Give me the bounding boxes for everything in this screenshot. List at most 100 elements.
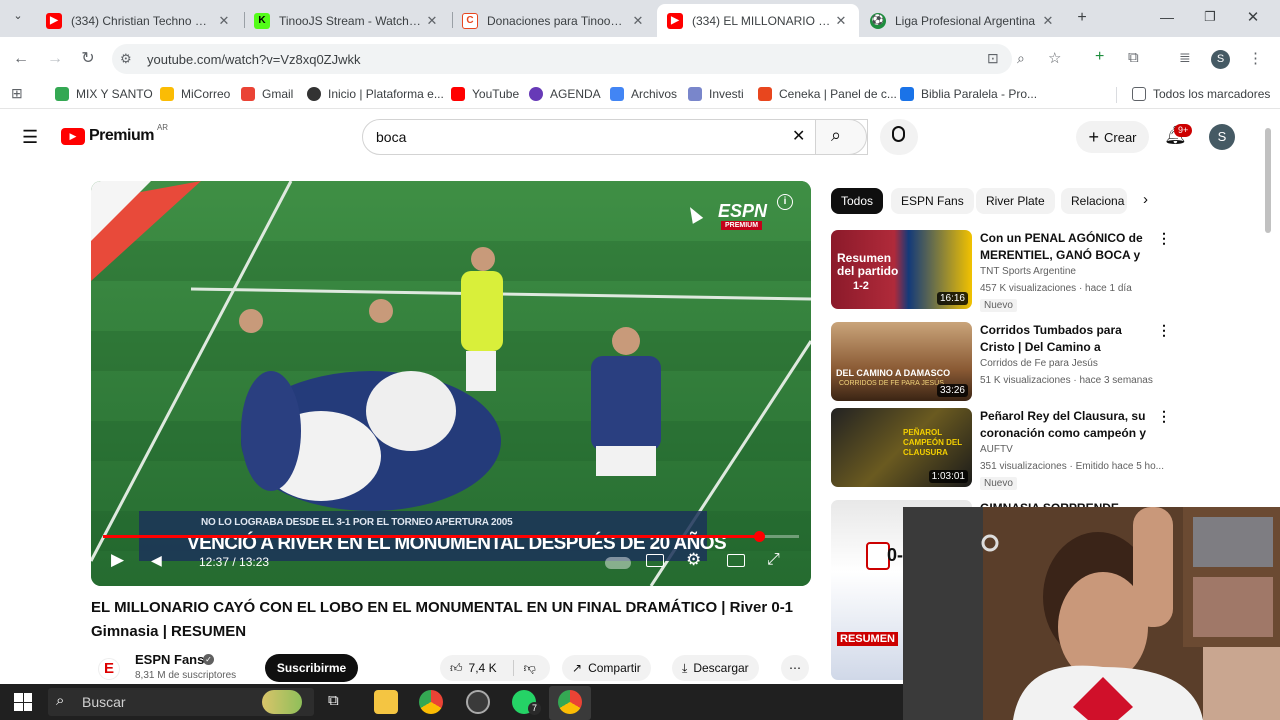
video-thumbnail[interactable]: PEÑAROL CAMPEÓN DEL CLAUSURA 1:03:01 (831, 408, 972, 487)
extension-plus-icon[interactable]: + (1095, 48, 1104, 66)
page-scrollbar[interactable] (1265, 128, 1271, 233)
suggestion-item[interactable]: PEÑAROL CAMPEÓN DEL CLAUSURA 1:03:01 Peñ… (831, 408, 1171, 492)
tab-2[interactable]: K TinooJS Stream - Watch Live ✕ (244, 4, 450, 37)
suggestion-menu-icon[interactable]: ⋮ (1157, 322, 1171, 339)
url-text[interactable]: youtube.com/watch?v=Vz8xq0ZJwkk (147, 52, 361, 67)
close-icon[interactable]: ✕ (630, 13, 646, 29)
media-control-icon[interactable]: ≣ (1179, 49, 1191, 66)
suggestion-channel[interactable]: Corridos de Fe para Jesús (980, 358, 1098, 369)
video-thumbnail[interactable]: DEL CAMINO A DAMASCO CORRIDOS DE FE PARA… (831, 322, 972, 401)
settings-gear-icon[interactable]: ⚙ (686, 550, 701, 570)
new-badge: Nuevo (980, 299, 1017, 312)
youtube-logo[interactable]: ▶ Premium AR (61, 123, 168, 145)
chip-river-plate[interactable]: River Plate (976, 188, 1055, 214)
subscribe-button[interactable]: Suscribirme (265, 654, 358, 682)
bookmarks-divider (1116, 87, 1117, 103)
bookmark-item[interactable]: MiCorreo (160, 86, 230, 102)
chip-all[interactable]: Todos (831, 188, 884, 214)
site-info-icon[interactable]: ⚙ (120, 51, 132, 67)
youtube-icon: ▶ (46, 12, 62, 29)
file-explorer-icon[interactable] (374, 690, 398, 714)
bookmark-star-icon[interactable]: ☆ (1048, 49, 1061, 67)
chips-next-icon[interactable]: › (1143, 191, 1148, 208)
create-button[interactable]: + Crear (1076, 121, 1149, 153)
close-icon[interactable]: ✕ (1040, 13, 1056, 29)
tab-title: Liga Profesional Argentina (895, 13, 1036, 28)
tab-1[interactable]: ▶ (334) Christian Techno Musi ✕ (36, 4, 242, 37)
task-view-icon[interactable]: ⧉ (328, 692, 339, 709)
back-button[interactable]: ← (9, 47, 33, 71)
close-icon[interactable]: ✕ (833, 13, 849, 29)
chip-related[interactable]: Relaciona (1061, 188, 1127, 214)
channel-name[interactable]: ESPN Fans (135, 652, 204, 667)
minimize-button[interactable]: — (1157, 9, 1177, 25)
suggestion-title[interactable]: Corridos Tumbados para Cristo | Del Cami… (980, 322, 1150, 356)
suggestion-channel[interactable]: TNT Sports Argentine (980, 266, 1076, 277)
youtube-icon (451, 87, 465, 101)
clear-search-icon[interactable]: ✕ (792, 126, 805, 146)
bookmark-item[interactable]: YouTube (451, 86, 519, 102)
suggestion-channel[interactable]: AUFTV (980, 444, 1013, 455)
tab-4-active[interactable]: ▶ (334) EL MILLONARIO CAYÓ ✕ (657, 4, 859, 37)
bookmark-item[interactable]: Biblia Paralela - Pro... (900, 86, 1037, 102)
bookmark-item[interactable]: Archivos (610, 86, 677, 102)
video-player[interactable]: NO LO LOGRABA DESDE EL 3-1 POR EL TORNEO… (91, 181, 811, 586)
subtitles-icon[interactable] (646, 554, 664, 567)
more-actions-button[interactable]: ⋯ (781, 655, 809, 681)
thumbs-down-icon[interactable]: 👎︎ (524, 661, 536, 676)
like-button[interactable]: 👍︎ 7,4 K 👎︎ (440, 655, 550, 681)
fullscreen-icon[interactable]: ⤢ (767, 551, 780, 569)
suggestion-title[interactable]: Con un PENAL AGÓNICO de MERENTIEL, GANÓ … (980, 230, 1150, 264)
suggestion-item[interactable]: DEL CAMINO A DAMASCO CORRIDOS DE FE PARA… (831, 322, 1171, 402)
miniplayer-icon[interactable] (727, 554, 745, 567)
apps-grid-icon[interactable]: ⊞ (11, 85, 23, 102)
video-thumbnail[interactable]: Resumen del partido 1-2 16:16 (831, 230, 972, 309)
bookmark-item[interactable]: AGENDA (529, 86, 601, 102)
install-app-icon[interactable]: ⊡ (987, 50, 999, 67)
taskbar-search-placeholder[interactable]: Buscar (82, 694, 126, 710)
all-bookmarks-button[interactable]: Todos los marcadores (1132, 86, 1270, 102)
restore-button[interactable]: ❐ (1200, 9, 1220, 25)
info-icon[interactable]: i (777, 194, 793, 210)
volume-icon[interactable]: ◀ (151, 552, 162, 569)
new-tab-button[interactable]: + (1072, 9, 1092, 29)
bookmark-favicon (688, 87, 702, 101)
bookmark-item[interactable]: Gmail (241, 86, 293, 102)
download-button[interactable]: ⤓ Descargar (672, 655, 759, 681)
tab-5[interactable]: ⚽ Liga Profesional Argentina ✕ (860, 4, 1066, 37)
bookmark-item[interactable]: MIX Y SANTO (55, 86, 153, 102)
browser-menu-icon[interactable]: ⋮ (1248, 49, 1263, 67)
search-input[interactable]: boca (376, 129, 406, 145)
account-avatar[interactable]: S (1209, 124, 1235, 150)
close-window-button[interactable]: ✕ (1243, 8, 1263, 26)
youtube-icon: ▶ (667, 12, 683, 29)
forward-button[interactable]: → (43, 47, 67, 71)
suggestion-menu-icon[interactable]: ⋮ (1157, 408, 1171, 425)
close-icon[interactable]: ✕ (216, 13, 232, 29)
extensions-icon[interactable]: ⧉ (1128, 49, 1139, 66)
share-button[interactable]: ↗ Compartir (562, 655, 651, 681)
play-icon[interactable]: ▶ (111, 550, 124, 570)
suggestion-menu-icon[interactable]: ⋮ (1157, 230, 1171, 247)
zoom-icon[interactable]: ⌕ (1017, 50, 1025, 67)
tab-3[interactable]: C Donaciones para TinooKick ✕ (452, 4, 656, 37)
channel-avatar[interactable]: E (98, 658, 120, 680)
chrome-icon[interactable] (419, 690, 443, 714)
hamburger-menu-icon[interactable]: ☰ (22, 127, 38, 148)
reload-button[interactable]: ↻ (76, 47, 100, 71)
espn-watermark: ESPN (718, 201, 768, 221)
windows-start-icon[interactable] (14, 693, 32, 711)
bookmark-item[interactable]: Inicio | Plataforma e... (307, 86, 444, 102)
chip-espn-fans[interactable]: ESPN Fans (891, 188, 974, 214)
bookmark-item[interactable]: Investi (688, 86, 744, 102)
profile-avatar[interactable]: S (1211, 50, 1230, 69)
autoplay-toggle[interactable] (605, 557, 631, 569)
close-icon[interactable]: ✕ (424, 13, 440, 29)
tab-search-button[interactable]: ⌄ (8, 9, 28, 29)
bookmark-item[interactable]: Ceneka | Panel de c... (758, 86, 897, 102)
clock-app-icon[interactable] (466, 690, 490, 714)
chrome-active-icon[interactable] (558, 690, 582, 714)
bookmark-label: YouTube (472, 87, 520, 101)
suggestion-title[interactable]: Peñarol Rey del Clausura, su coronación … (980, 408, 1150, 442)
suggestion-item[interactable]: Resumen del partido 1-2 16:16 Con un PEN… (831, 230, 1171, 312)
